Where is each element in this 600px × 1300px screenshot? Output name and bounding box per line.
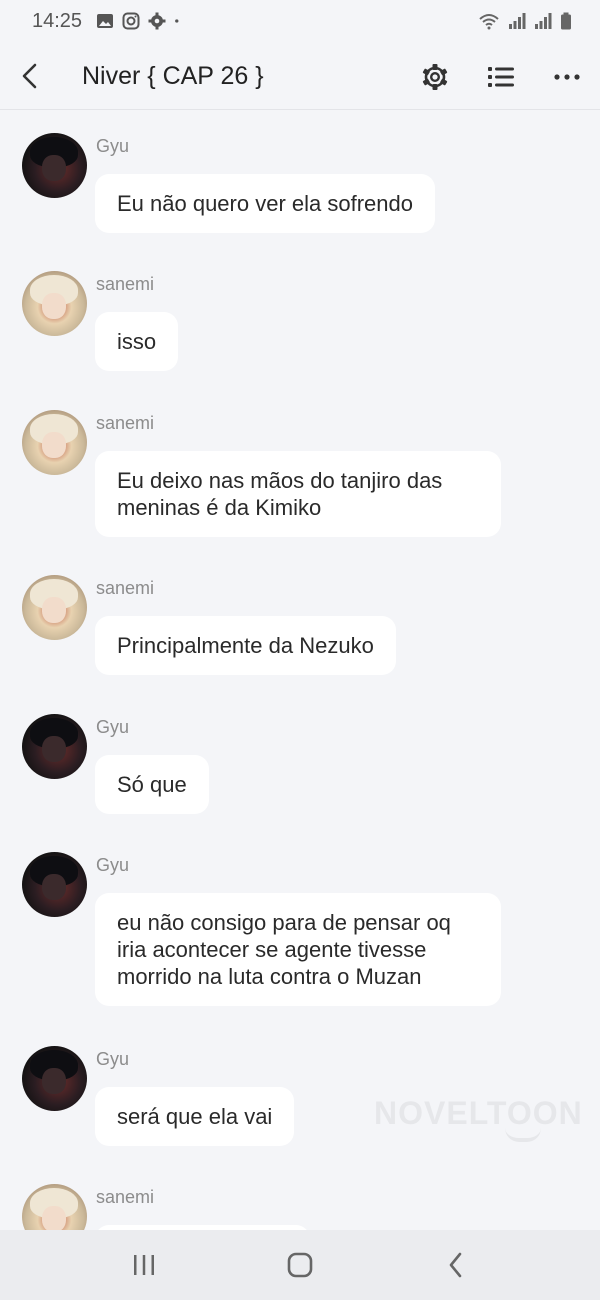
home-button[interactable] [280,1248,320,1282]
message-bubble: Só que [95,755,209,814]
avatar[interactable] [22,575,87,640]
recent-apps-button[interactable] [124,1248,164,1282]
image-icon [97,14,113,28]
avatar-face [42,874,66,900]
message-line: iria acontecer se agente tivesse [117,937,427,962]
message-bubble: isso [95,312,179,371]
sender-name: Gyu [96,717,130,737]
message-bubble: eu não consigo para de pensar oq iria ac… [95,893,501,1006]
list-icon [488,67,514,87]
chapter-list-button[interactable] [482,58,520,96]
avatar-face [42,293,66,319]
back-button[interactable] [12,58,48,94]
battery-icon [561,12,571,30]
chat-header: Niver { CAP 26 } [0,44,600,110]
avatar[interactable] [22,852,87,917]
status-bar: 14:25 [0,0,600,44]
dot-icon [175,19,179,23]
message-bubble: Eu não quero ver ela sofrendo [95,174,435,233]
message-bubble: será que ela vai [95,1087,295,1146]
avatar-face [42,1068,66,1094]
message-line: meninas é da Kimiko [117,495,322,520]
chat-list[interactable]: Gyu Eu não quero ver ela sofrendo sanemi… [0,110,600,1230]
avatar[interactable] [22,1184,87,1230]
message-line: morrido na luta contra o Muzan [117,964,422,989]
avatar-face [42,155,66,181]
sender-name: sanemi [96,274,155,294]
message-line: Eu deixo nas mãos do tanjiro das [117,468,443,493]
sender-name: Gyu [96,136,130,156]
sender-name: sanemi [96,578,155,598]
watermark-logo: NOVELTOON [374,1095,583,1131]
more-button[interactable] [548,58,586,96]
settings-button[interactable] [416,58,454,96]
recent-apps-icon [134,1255,154,1275]
sender-name: Gyu [96,855,130,875]
avatar[interactable] [22,410,87,475]
avatar[interactable] [22,714,87,779]
signal-icon [535,13,552,29]
gear-icon [148,12,166,30]
status-icons-right [478,12,572,30]
avatar-face [42,432,66,458]
back-nav-button[interactable] [436,1248,476,1282]
sender-name: sanemi [96,1187,155,1207]
avatar-face [42,1206,66,1230]
more-icon [554,74,580,80]
wifi-icon [479,14,499,30]
message-line: eu não consigo para de pensar oq [117,910,451,935]
status-icons-left [96,12,184,30]
avatar-face [42,597,66,623]
avatar[interactable] [22,1046,87,1111]
sender-name: Gyu [96,1049,130,1069]
chevron-left-icon [22,63,37,89]
sender-name: sanemi [96,413,155,433]
back-icon [449,1252,462,1278]
message-bubble: Eu deixo nas mãos do tanjiro das meninas… [95,451,501,537]
instagram-icon [122,12,140,30]
status-time: 14:25 [32,10,83,32]
signal-icon [509,13,526,29]
page-title: Niver { CAP 26 } [82,62,264,90]
avatar[interactable] [22,271,87,336]
home-icon [287,1252,313,1278]
avatar[interactable] [22,133,87,198]
message-bubble: Principalmente da Nezuko [95,616,396,675]
avatar-face [42,736,66,762]
settings-icon [422,64,448,90]
system-nav-bar [0,1230,600,1300]
